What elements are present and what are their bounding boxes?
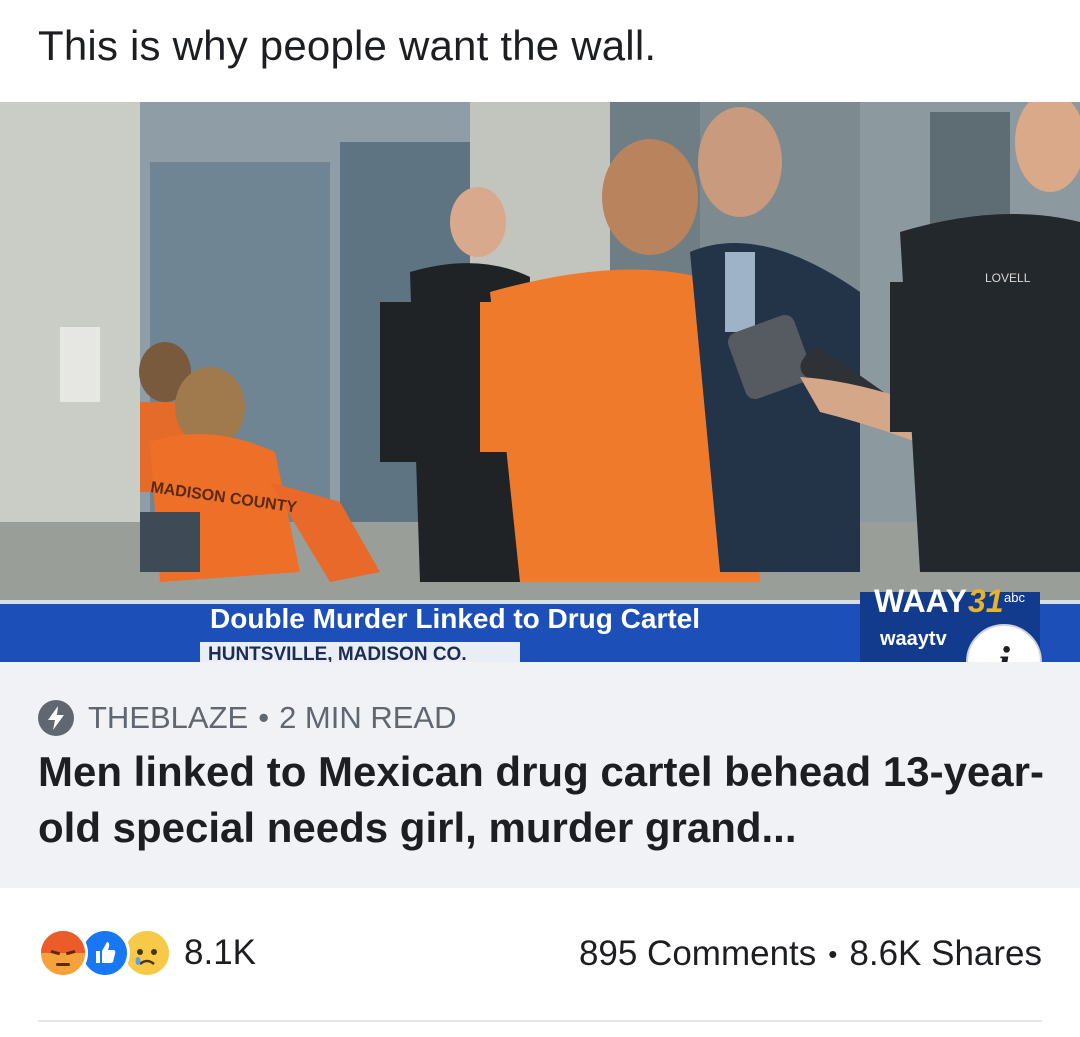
post-footer: 8.1K 895 Comments • 8.6K Shares [0, 888, 1080, 1037]
link-headline[interactable]: Men linked to Mexican drug cartel behead… [38, 744, 1048, 856]
link-source: THEBLAZE [88, 700, 249, 735]
comments-count[interactable]: 895 Comments [579, 934, 816, 974]
engagement-stats: 895 Comments • 8.6K Shares [579, 934, 1042, 974]
news-still-image: Double Murder Linked to Drug Cartel HUNT… [0, 102, 1080, 662]
station-logo: WAAY [874, 583, 967, 619]
post-text: This is why people want the wall. [38, 22, 657, 69]
reactions-summary[interactable]: 8.1K [38, 928, 256, 978]
stats-separator: • [828, 938, 838, 969]
station-number: 31 [968, 583, 1004, 619]
chyron-location: HUNTSVILLE, MADISON CO. [208, 644, 467, 662]
uniform-name-tag: LOVELL [985, 271, 1031, 285]
station-handle: waaytv [879, 628, 948, 650]
link-read-time: 2 MIN READ [279, 700, 457, 735]
link-card[interactable]: THEBLAZE • 2 MIN READ Men linked to Mexi… [0, 662, 1080, 888]
angry-icon [38, 928, 88, 978]
link-meta: THEBLAZE • 2 MIN READ [38, 700, 457, 736]
divider [38, 1020, 1042, 1022]
shares-count[interactable]: 8.6K Shares [849, 934, 1042, 974]
link-preview-image[interactable]: Double Murder Linked to Drug Cartel HUNT… [0, 102, 1080, 662]
chyron-headline: Double Murder Linked to Drug Cartel [210, 603, 700, 634]
instant-article-bolt-icon [38, 700, 74, 736]
meta-separator: • [258, 700, 270, 735]
reaction-count[interactable]: 8.1K [184, 933, 256, 973]
network-bug: abc [1004, 590, 1025, 605]
